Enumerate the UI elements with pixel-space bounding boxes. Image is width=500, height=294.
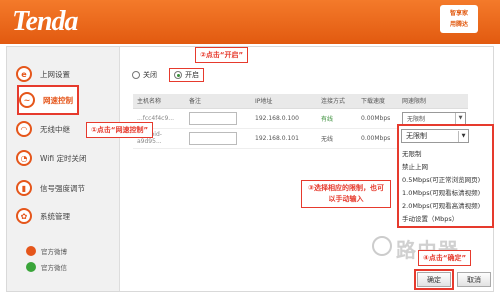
brand-logo: Tenda	[12, 6, 79, 37]
callout-step2: ②点击“开启”	[195, 47, 249, 63]
sidebar-item-internet-setup[interactable]: e 上网设置	[16, 63, 116, 85]
sidebar-item-label: 网速控制	[43, 95, 73, 105]
col-conn: 连接方式	[317, 94, 357, 109]
social-label: 官方微博	[41, 248, 67, 256]
limit-option[interactable]: 2.0Mbps(可观看高清视频)	[402, 200, 480, 213]
sidebar-item-label: 无线中继	[40, 124, 70, 134]
chevron-down-icon[interactable]: ▼	[458, 130, 468, 142]
radio-on-label: 开启	[185, 71, 199, 79]
limit-options: 无限制 禁止上网 0.5Mbps(可正常浏览网页) 1.0Mbps(可观看标清视…	[402, 148, 480, 226]
radio-on[interactable]: 开启	[169, 68, 204, 82]
limit-option[interactable]: 0.5Mbps(可正常浏览网页)	[402, 174, 480, 187]
conn-cell: 有线	[317, 108, 357, 129]
radio-off[interactable]: 关闭	[132, 70, 157, 80]
speed-icon: ~	[19, 92, 35, 108]
limit-dropdown: 无限制 ▼ 无限制 禁止上网 0.5Mbps(可正常浏览网页) 1.0Mbps(…	[397, 124, 494, 228]
cancel-button[interactable]: 取消	[457, 272, 491, 287]
speed-cell: 0.00Mbps	[357, 108, 398, 129]
limit-select-open[interactable]: 无限制 ▼	[401, 129, 469, 143]
social-wechat[interactable]: 官方微信	[26, 262, 67, 272]
wifi-icon: ◔	[16, 150, 32, 166]
limit-select-value: 无限制	[407, 115, 426, 123]
limit-option[interactable]: 禁止上网	[402, 161, 480, 174]
limit-select-value: 无限制	[406, 132, 427, 140]
wechat-icon	[26, 262, 36, 272]
signal-icon: ▮	[16, 180, 32, 196]
col-remark: 备注	[185, 94, 251, 109]
limit-select[interactable]: 无限制 ▼	[402, 111, 466, 125]
ip-cell: 192.168.0.101	[251, 128, 317, 149]
remark-cell	[185, 108, 251, 129]
col-speed: 下载速度	[357, 94, 398, 109]
radio-on-dot[interactable]	[174, 71, 182, 79]
col-ip: IP地址	[251, 94, 317, 109]
limit-option[interactable]: 手动设置（Mbps）	[402, 213, 480, 226]
remark-input[interactable]	[189, 131, 237, 145]
app-badge-line2: 用腾达	[449, 21, 468, 28]
speed-control-toggle: 关闭 开启	[132, 68, 216, 82]
sidebar-item-label: 上网设置	[40, 69, 70, 79]
social-label: 官方微信	[41, 264, 67, 272]
sidebar-item-system[interactable]: ✿ 系统管理	[16, 205, 116, 227]
col-host: 主机名称	[133, 94, 185, 109]
sidebar-item-label: 系统管理	[40, 211, 70, 221]
relay-icon: ◠	[16, 121, 32, 137]
col-limit: 网速限制	[398, 94, 468, 109]
callout-step4: ④点击“确定”	[418, 250, 472, 266]
weibo-icon	[26, 246, 36, 256]
watermark-logo-icon	[372, 236, 392, 256]
speed-cell: 0.00Mbps	[357, 128, 398, 149]
limit-option[interactable]: 1.0Mbps(可观看标清视频)	[402, 187, 480, 200]
table-header-row: 主机名称 备注 IP地址 连接方式 下载速度 网速限制	[133, 94, 468, 109]
sidebar-item-speed-control[interactable]: ~ 网速控制	[17, 85, 79, 115]
sidebar-item-signal-strength[interactable]: ▮ 信号强度调节	[16, 177, 116, 199]
callout-step3: ③选择相应的限制，也可以手动输入	[301, 180, 391, 208]
header-bar: Tenda 智享家 用腾达	[0, 0, 500, 44]
app-badge-line1: 智享家	[449, 10, 468, 17]
confirm-button[interactable]: 确定	[417, 272, 451, 287]
chevron-down-icon[interactable]: ▼	[455, 112, 465, 124]
remark-cell	[185, 128, 251, 149]
remark-input[interactable]	[189, 111, 237, 125]
app-badge[interactable]: 智享家 用腾达	[440, 5, 478, 33]
sidebar-item-label: 信号强度调节	[40, 183, 85, 193]
ip-cell: 192.168.0.100	[251, 108, 317, 129]
social-weibo[interactable]: 官方微博	[26, 246, 67, 256]
limit-option[interactable]: 无限制	[402, 148, 480, 161]
sidebar-item-wifi-timer[interactable]: ◔ Wifi 定时关闭	[16, 147, 116, 169]
conn-cell: 无线	[317, 128, 357, 149]
sidebar-item-label: Wifi 定时关闭	[40, 153, 87, 163]
radio-off-label: 关闭	[143, 71, 157, 79]
callout-step1: ①点击“网速控制”	[86, 122, 154, 138]
radio-off-dot[interactable]	[132, 71, 140, 79]
globe-icon: e	[16, 66, 32, 82]
gear-icon: ✿	[16, 208, 32, 224]
